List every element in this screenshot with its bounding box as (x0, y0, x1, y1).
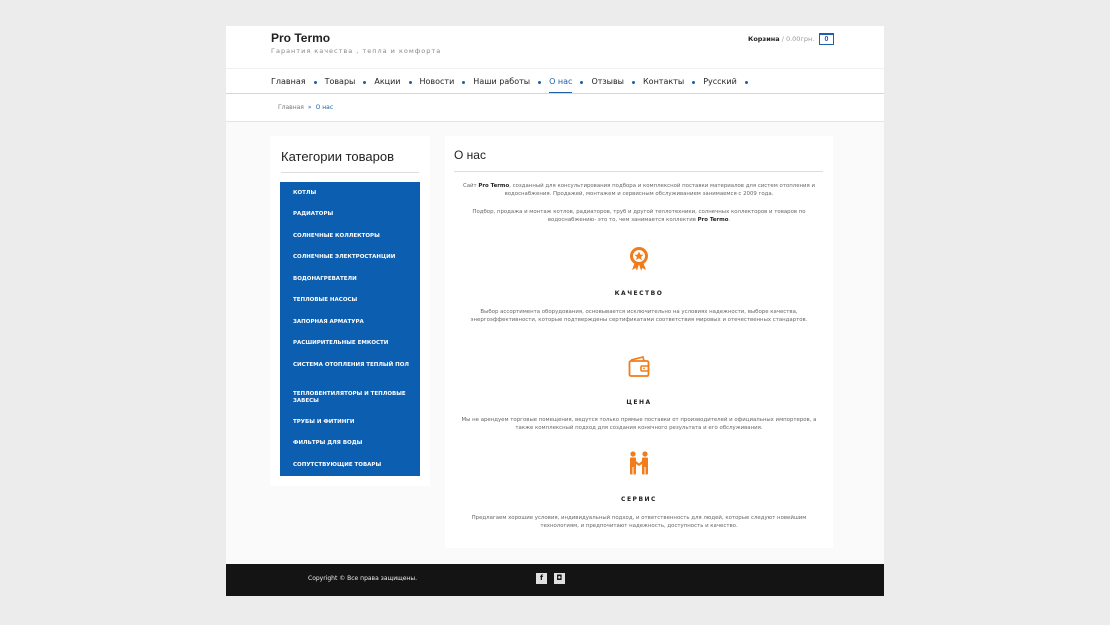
nav-item-home[interactable]: Главная (271, 70, 306, 94)
nav-dot (313, 80, 317, 84)
feature-text-service: Предлагаем хорошие условия, индивидуальн… (471, 515, 807, 529)
nav-dot (408, 80, 412, 84)
category-item-water-filters[interactable]: Фильтры для воды (293, 440, 411, 447)
category-item-boilers[interactable]: Котлы (293, 190, 411, 197)
nav-dot (744, 80, 748, 84)
intro-paragraph-1: Сайт Pro Termo, созданный для консультир… (453, 182, 825, 198)
breadcrumb-separator: » (307, 104, 312, 111)
handshake-icon (630, 451, 648, 475)
category-item-fan-heaters[interactable]: Тепловентиляторы и тепловые завесы (293, 391, 411, 404)
copyright-text: Copyright © Все права защищены. (308, 575, 418, 582)
category-item-floor-heating[interactable]: Система отопления теплый пол (293, 362, 411, 369)
nav-item-products[interactable]: Товары (325, 70, 356, 94)
nav-dot (692, 80, 696, 84)
header-divider (226, 68, 884, 69)
sidebar-divider (281, 172, 419, 173)
cart-amount: / 0.00грн. (779, 35, 815, 43)
intro1-text-rest: , созданный для консультирования подбора… (504, 183, 816, 197)
intro2-text: Подбор, продажа и монтаж котлов, радиато… (472, 209, 806, 223)
intro2-text-rest: . (728, 217, 731, 223)
award-medal-icon (630, 247, 648, 271)
site-tagline: Гарантия качества , тепла и комфорта (271, 47, 442, 55)
site-title[interactable]: Pro Termo (271, 31, 330, 45)
category-item-radiators[interactable]: Радиаторы (293, 211, 411, 218)
nav-dot (363, 80, 367, 84)
nav-item-contacts[interactable]: Контакты (643, 70, 684, 94)
category-item-heat-pumps[interactable]: Тепловые насосы (293, 297, 411, 304)
site-header: Pro Termo Гарантия качества , тепла и ко… (226, 26, 884, 68)
feature-title-service: СЕРВИС (621, 496, 657, 503)
category-item-solar-plants[interactable]: Солнечные электростанции (293, 254, 411, 261)
site-footer: Copyright © Все права защищены. f ◘ (226, 564, 884, 596)
about-content: О нас Сайт Pro Termo, созданный для конс… (445, 136, 833, 548)
nav-item-about[interactable]: О нас (549, 70, 573, 94)
category-item-accessories[interactable]: Сопутствующие товары (293, 462, 411, 469)
cart-bag-icon[interactable]: 0 (819, 33, 834, 45)
cart-label: Корзина (748, 35, 780, 43)
feature-text-price: Мы не арендуем торговые помещения, ведут… (461, 417, 817, 431)
nav-item-our-works[interactable]: Наши работы (473, 70, 530, 94)
main-nav: Главная Товары Акции Новости Наши работы… (271, 70, 756, 94)
nav-dot (462, 80, 466, 84)
feature-title-quality: КАЧЕСТВО (614, 290, 664, 297)
title-divider (454, 171, 823, 172)
nav-item-news[interactable]: Новости (420, 70, 455, 94)
category-item-water-heaters[interactable]: Водонагреватели (293, 276, 411, 283)
instagram-icon[interactable]: ◘ (554, 573, 565, 584)
category-item-pipes[interactable]: Трубы и фитинги (293, 419, 411, 426)
brand-name: Pro Termo (478, 183, 510, 189)
nav-dot (632, 80, 635, 84)
sidebar-title: Категории товаров (281, 149, 395, 164)
cart-summary[interactable]: Корзина / 0.00грн. (748, 35, 814, 43)
wallet-icon (628, 356, 650, 377)
facebook-icon[interactable]: f (536, 573, 547, 584)
brand-name: Pro Termo (697, 217, 729, 223)
breadcrumb: Главная» О нас (278, 104, 333, 111)
feature-title-price: ЦЕНА (626, 399, 652, 406)
nav-dot (580, 80, 584, 84)
nav-item-promotions[interactable]: Акции (374, 70, 400, 94)
nav-item-language[interactable]: Русский (703, 70, 737, 94)
category-item-expansion-tanks[interactable]: Расширительные емкости (293, 340, 411, 347)
feature-text-quality: Выбор ассортимента оборудования, основыв… (470, 309, 808, 323)
breadcrumb-home[interactable]: Главная (278, 104, 304, 111)
category-sidebar: Категории товаров Котлы Радиаторы Солнеч… (270, 136, 430, 486)
cart-count: 0 (824, 36, 829, 43)
nav-dot (538, 80, 542, 84)
page-frame: Pro Termo Гарантия качества , тепла и ко… (226, 26, 884, 596)
nav-item-reviews[interactable]: Отзывы (591, 70, 624, 94)
intro-paragraph-2: Подбор, продажа и монтаж котлов, радиато… (453, 208, 825, 224)
intro1-text: Сайт (462, 183, 479, 189)
category-list: Котлы Радиаторы Солнечные коллекторы Сол… (280, 182, 420, 476)
category-item-solar-collectors[interactable]: Солнечные коллекторы (293, 233, 411, 240)
page-title: О нас (454, 148, 486, 162)
breadcrumb-bar: Главная» О нас (226, 94, 884, 122)
category-item-valves[interactable]: Запорная арматура (293, 319, 411, 326)
breadcrumb-current: О нас (315, 104, 334, 111)
